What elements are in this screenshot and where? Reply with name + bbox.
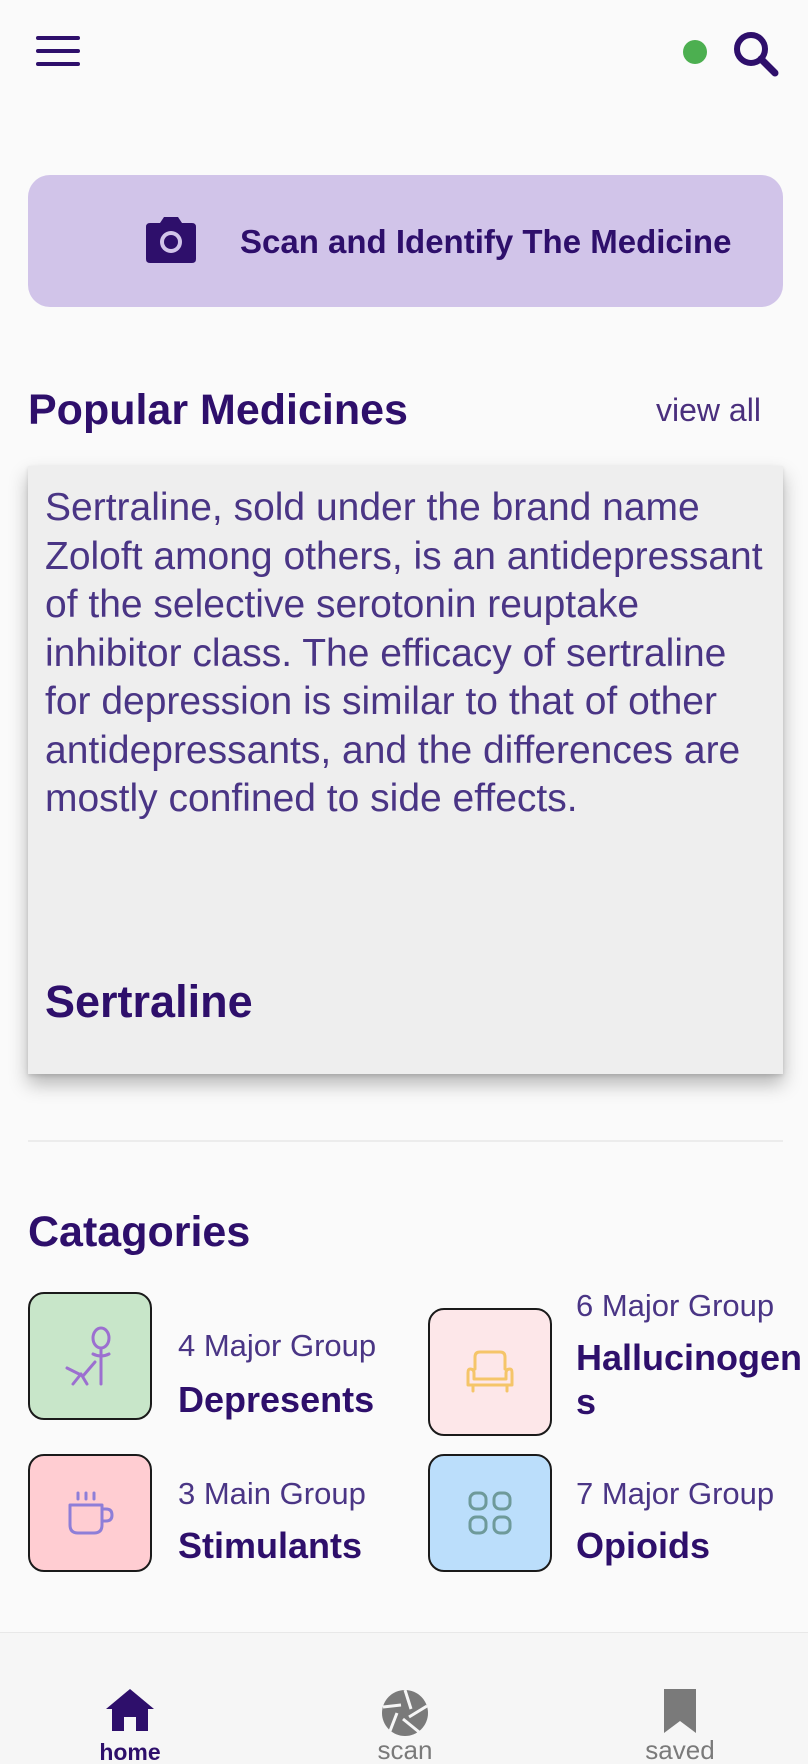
- bottom-navigation: home scan saved: [0, 1632, 808, 1764]
- category-group-count: 4 Major Group: [178, 1328, 377, 1363]
- relaxing-chair-icon: [28, 1292, 152, 1420]
- category-group-count: 7 Major Group: [576, 1476, 775, 1511]
- medicine-card[interactable]: Sertraline, sold under the brand name Zo…: [28, 466, 783, 1074]
- nav-label: home: [99, 1739, 161, 1764]
- nav-saved[interactable]: saved: [580, 1633, 780, 1764]
- scan-medicine-button[interactable]: Scan and Identify The Medicine: [28, 175, 783, 307]
- status-indicator: [683, 40, 707, 64]
- pills-grid-icon: [428, 1454, 552, 1572]
- categories-title: Catagories: [28, 1208, 251, 1256]
- armchair-icon: [428, 1308, 552, 1436]
- category-group-count: 3 Main Group: [178, 1476, 366, 1511]
- category-depresents[interactable]: 4 Major Group Depresents: [28, 1292, 388, 1422]
- medicine-name: Sertraline: [45, 976, 253, 1027]
- section-divider: [28, 1140, 783, 1142]
- category-name: Stimulants: [178, 1525, 363, 1566]
- nav-label: scan: [377, 1735, 433, 1764]
- popular-medicines-title: Popular Medicines: [28, 386, 408, 434]
- search-icon[interactable]: [730, 28, 780, 78]
- bookmark-icon: [662, 1689, 698, 1738]
- home-icon: [106, 1689, 154, 1736]
- nav-scan[interactable]: scan: [305, 1633, 505, 1764]
- scan-banner-label: Scan and Identify The Medicine: [240, 223, 732, 260]
- category-stimulants[interactable]: 3 Main Group Stimulants: [28, 1454, 388, 1574]
- view-all-link[interactable]: view all: [656, 392, 761, 429]
- camera-icon: [146, 217, 196, 263]
- medicine-description: Sertraline, sold under the brand name Zo…: [45, 486, 763, 820]
- category-opioids[interactable]: 7 Major Group Opioids: [428, 1454, 808, 1574]
- category-group-count: 6 Major Group: [576, 1288, 775, 1323]
- home-screen: Scan and Identify The Medicine Popular M…: [0, 0, 808, 1764]
- nav-home[interactable]: home: [30, 1633, 230, 1764]
- category-name: Depresents: [178, 1379, 375, 1420]
- hamburger-menu-icon[interactable]: [36, 36, 80, 70]
- coffee-cup-icon: [28, 1454, 152, 1572]
- category-name: Hallucinogens: [576, 1337, 803, 1422]
- category-hallucinogens[interactable]: 6 Major Group Hallucinogens: [428, 1288, 808, 1436]
- nav-label: saved: [645, 1735, 715, 1764]
- category-name: Opioids: [576, 1525, 710, 1566]
